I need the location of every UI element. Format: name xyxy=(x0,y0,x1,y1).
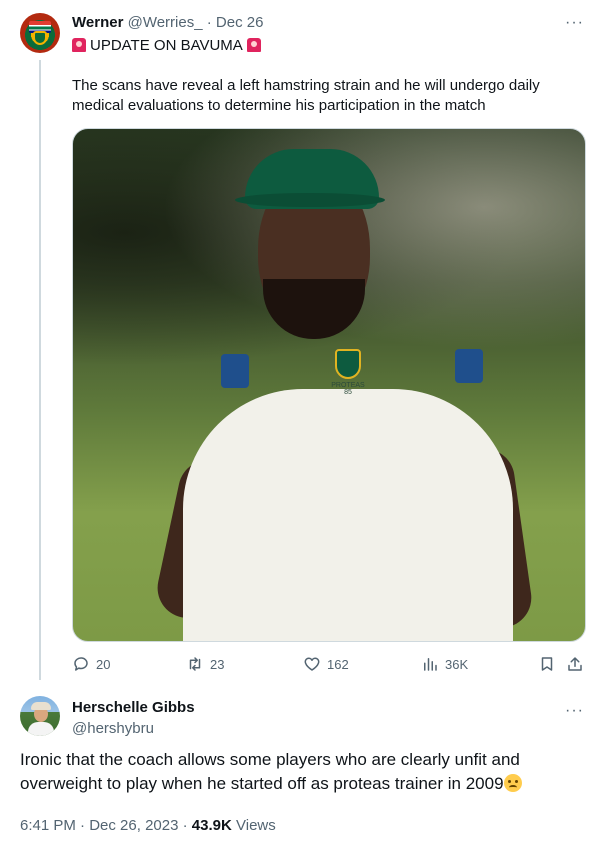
parent-tweet[interactable]: Werner @Werries_ · Dec 26 ··· UPDATE ON … xyxy=(0,0,598,690)
tweet-text-content: Ironic that the coach allows some player… xyxy=(20,750,520,793)
more-options-icon[interactable]: ··· xyxy=(565,703,584,719)
shield-icon xyxy=(33,31,47,45)
badge-text: PROTEAS 85 xyxy=(328,382,368,396)
avatar-hat xyxy=(31,702,51,710)
tweet-text: Ironic that the coach allows some player… xyxy=(20,748,580,796)
tweet-text: The scans have reveal a left hamstring s… xyxy=(72,77,540,114)
avatar[interactable] xyxy=(20,696,60,736)
siren-icon xyxy=(246,38,261,52)
user-handle[interactable]: @Werries_ xyxy=(128,14,203,31)
like-button[interactable]: 162 xyxy=(303,654,349,674)
repost-count: 23 xyxy=(210,656,225,672)
separator: · xyxy=(80,817,86,834)
badge-label: PROTEAS xyxy=(331,382,365,389)
display-name[interactable]: Werner xyxy=(72,14,123,31)
separator: · xyxy=(206,14,212,31)
reply-button[interactable]: 20 xyxy=(72,654,110,674)
tweet-title-text: UPDATE ON BAVUMA xyxy=(90,37,243,54)
display-name[interactable]: Herschelle Gibbs xyxy=(72,698,195,718)
tweet-date[interactable]: Dec 26 xyxy=(216,14,264,31)
frowning-face-icon xyxy=(503,774,522,792)
user-handle[interactable]: @hershybru xyxy=(72,719,154,739)
tweet-time[interactable]: 6:41 PM xyxy=(20,817,76,834)
share-button[interactable] xyxy=(566,654,584,674)
proteas-badge-icon xyxy=(335,349,361,379)
repost-icon xyxy=(189,657,201,671)
views-icon xyxy=(424,658,437,671)
views-count[interactable]: 43.9K xyxy=(192,817,232,834)
tweet-title: UPDATE ON BAVUMA xyxy=(72,36,261,56)
focused-tweet[interactable]: Herschelle Gibbs @hershybru ··· Ironic t… xyxy=(0,690,598,846)
like-count: 162 xyxy=(327,656,349,672)
separator: · xyxy=(182,817,188,834)
tweet-actions: 20 23 162 36K xyxy=(72,654,586,674)
reply-count: 20 xyxy=(96,656,111,672)
avatar-body xyxy=(28,722,54,736)
like-icon xyxy=(304,657,320,671)
views-count: 36K xyxy=(445,656,469,672)
avatar[interactable] xyxy=(20,13,60,53)
views-button[interactable]: 36K xyxy=(421,654,468,674)
sponsor-logo-icon xyxy=(221,354,249,388)
sponsor-logo-icon xyxy=(455,349,483,383)
tweet-metadata: 6:41 PM · Dec 26, 2023 · 43.9K Views xyxy=(20,816,276,836)
player-shirt xyxy=(183,389,513,641)
siren-icon xyxy=(72,38,86,52)
more-options-icon[interactable]: ··· xyxy=(565,15,584,31)
reply-icon xyxy=(74,657,88,671)
bookmark-button[interactable] xyxy=(538,654,556,674)
tweet-date[interactable]: Dec 26, 2023 xyxy=(89,817,178,834)
badge-number: 85 xyxy=(344,389,352,396)
views-label: Views xyxy=(236,817,276,834)
player-cap xyxy=(235,149,385,209)
bookmark-icon xyxy=(541,657,553,671)
tweet-header: Werner @Werries_ · Dec 26 xyxy=(72,13,263,33)
tweet-image[interactable]: PROTEAS 85 xyxy=(72,128,586,642)
repost-button[interactable]: 23 xyxy=(186,654,224,674)
share-icon xyxy=(568,657,582,671)
